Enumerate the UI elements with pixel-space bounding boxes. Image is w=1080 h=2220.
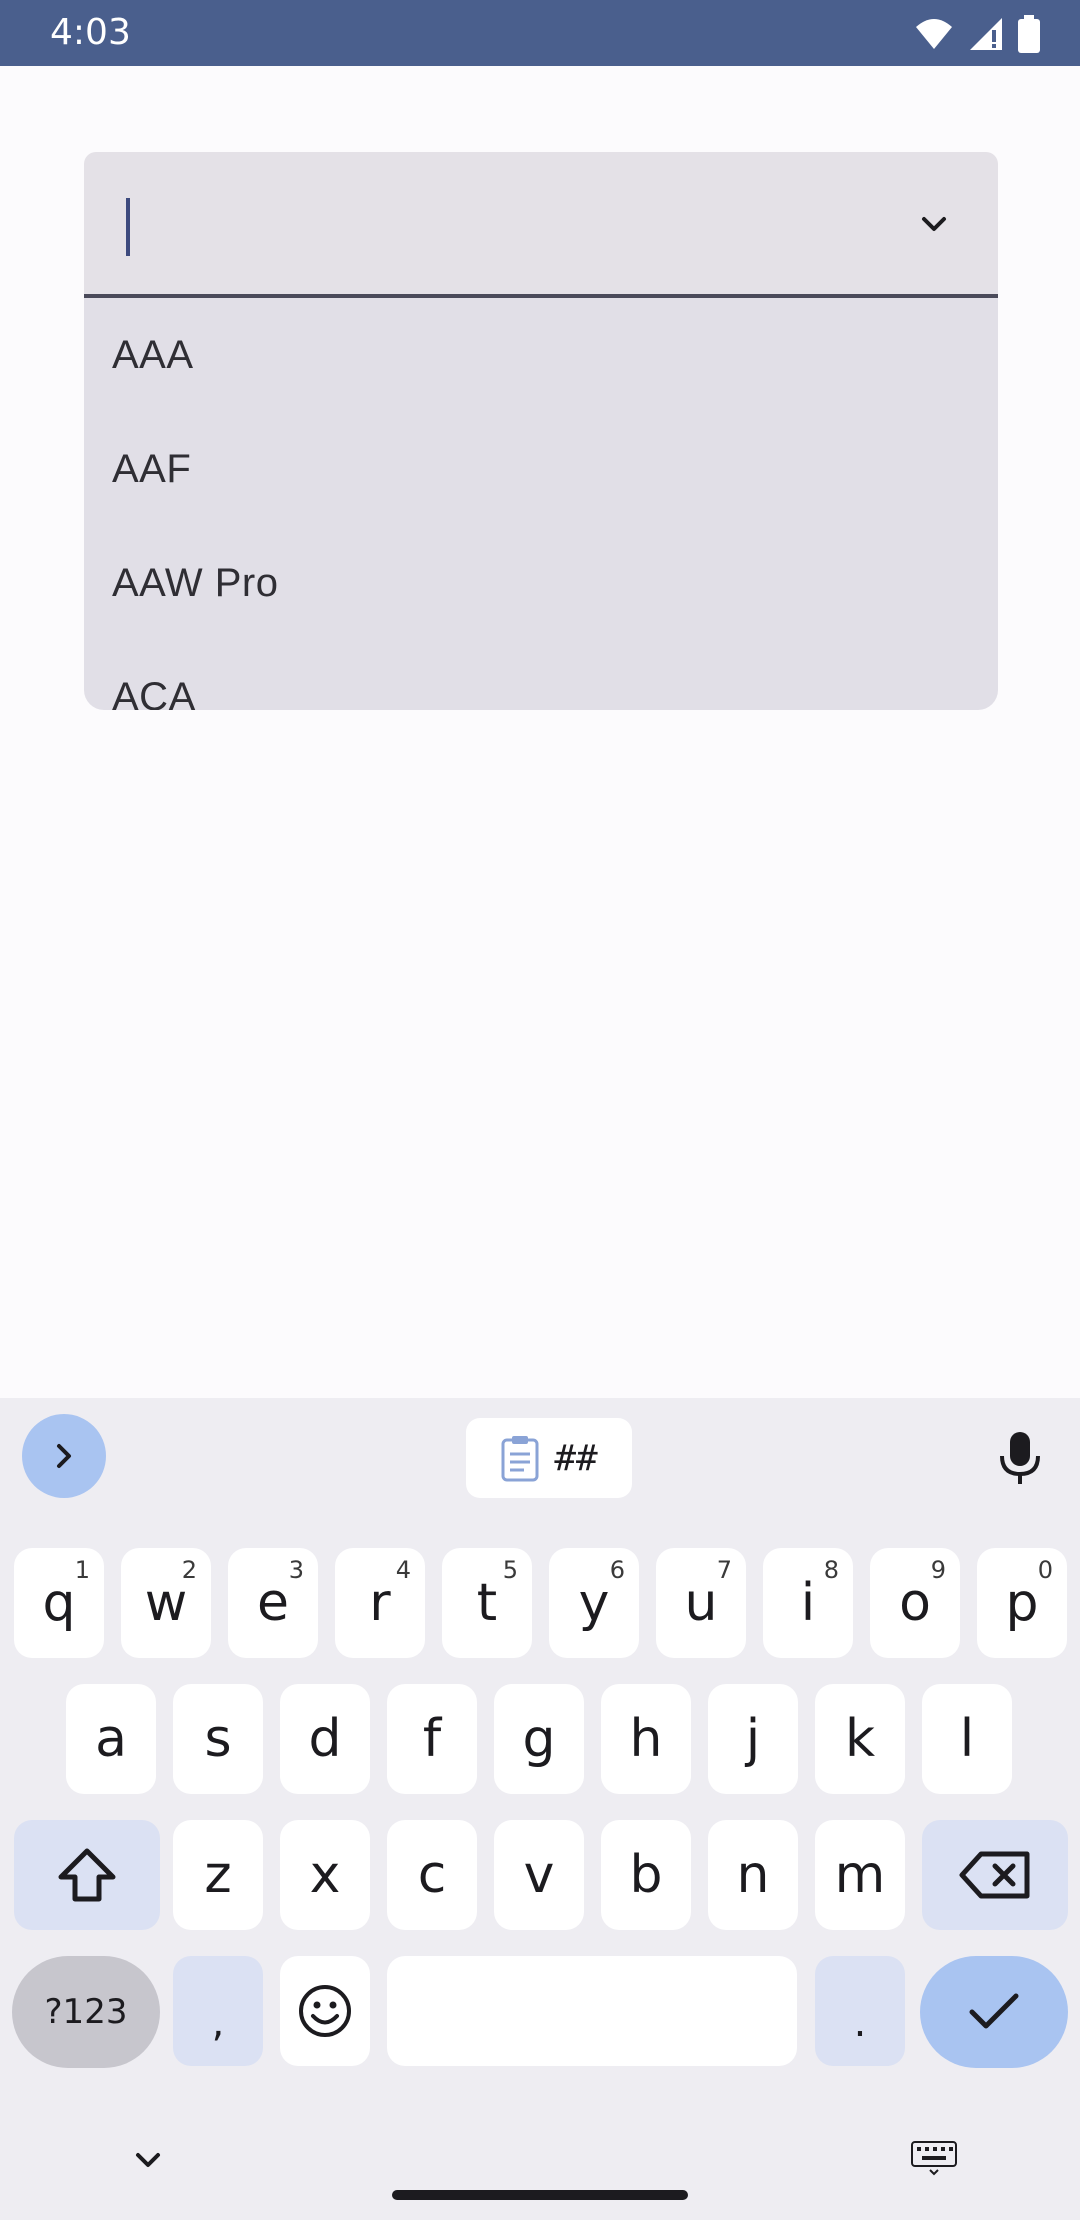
key-label: i	[800, 1573, 816, 1633]
checkmark-icon	[969, 1993, 1019, 2029]
home-handle[interactable]	[392, 2190, 688, 2200]
status-bar: 4:03	[0, 0, 1080, 66]
key-hint: 4	[395, 1556, 411, 1584]
key-hint: 5	[502, 1556, 518, 1584]
key-u[interactable]: u7	[656, 1548, 746, 1658]
dropdown-option[interactable]: AAA	[84, 298, 998, 412]
shift-key[interactable]	[14, 1820, 160, 1930]
key-label: f	[422, 1709, 442, 1769]
key-b[interactable]: b	[601, 1820, 691, 1930]
key-label: x	[309, 1845, 341, 1905]
key-label: s	[204, 1709, 232, 1769]
comma-key-label: ,	[211, 2000, 225, 2046]
key-label: r	[369, 1573, 391, 1633]
key-label: j	[745, 1709, 761, 1769]
key-label: l	[959, 1709, 975, 1769]
period-key-label: .	[853, 2000, 867, 2046]
key-h[interactable]: h	[601, 1684, 691, 1794]
battery-icon	[1018, 15, 1040, 53]
key-label: c	[417, 1845, 447, 1905]
key-hint: 8	[823, 1556, 839, 1584]
key-hint: 1	[74, 1556, 90, 1584]
key-w[interactable]: w2	[121, 1548, 211, 1658]
signal-icon	[970, 18, 1002, 50]
chevron-right-icon	[57, 1444, 71, 1468]
key-z[interactable]: z	[173, 1820, 263, 1930]
key-hint: 0	[1037, 1556, 1053, 1584]
dropdown-menu: AAA AAF AAW Pro ACA	[84, 298, 998, 710]
backspace-icon	[959, 1851, 1030, 1899]
key-label: u	[684, 1573, 718, 1633]
key-e[interactable]: e3	[228, 1548, 318, 1658]
expand-toolbar-button[interactable]	[22, 1414, 106, 1498]
key-hint: 9	[930, 1556, 946, 1584]
key-label: d	[308, 1709, 342, 1769]
key-m[interactable]: m	[815, 1820, 905, 1930]
key-label: e	[257, 1573, 289, 1633]
key-label: m	[834, 1845, 886, 1905]
key-hint: 7	[716, 1556, 732, 1584]
key-c[interactable]: c	[387, 1820, 477, 1930]
key-label: g	[522, 1709, 556, 1769]
wifi-icon	[916, 19, 952, 49]
key-label: t	[476, 1573, 498, 1633]
key-x[interactable]: x	[280, 1820, 370, 1930]
key-label: b	[629, 1845, 663, 1905]
key-label: o	[899, 1573, 931, 1633]
status-time: 4:03	[50, 12, 131, 53]
key-label: p	[1005, 1573, 1039, 1633]
key-k[interactable]: k	[815, 1684, 905, 1794]
backspace-key[interactable]	[922, 1820, 1068, 1930]
key-f[interactable]: f	[387, 1684, 477, 1794]
key-label: n	[736, 1845, 770, 1905]
status-icons	[914, 14, 1040, 54]
emoji-icon	[299, 1985, 351, 2037]
symbols-key-label: ?123	[44, 1992, 128, 2032]
clipboard-suggestion[interactable]: ##	[466, 1418, 632, 1498]
dropdown-option[interactable]: AAW Pro	[84, 526, 998, 640]
key-label: y	[578, 1573, 610, 1633]
clipboard-text: ##	[554, 1437, 598, 1479]
dropdown-option[interactable]: AAF	[84, 412, 998, 526]
key-n[interactable]: n	[708, 1820, 798, 1930]
key-label: q	[42, 1573, 76, 1633]
hide-keyboard-icon[interactable]	[128, 2140, 168, 2180]
dropdown-field[interactable]	[84, 152, 998, 298]
key-y[interactable]: y6	[549, 1548, 639, 1658]
key-p[interactable]: p0	[977, 1548, 1067, 1658]
key-d[interactable]: d	[280, 1684, 370, 1794]
keyboard-toolbar: ##	[0, 1398, 1080, 1530]
key-hint: 6	[609, 1556, 625, 1584]
key-v[interactable]: v	[494, 1820, 584, 1930]
dropdown-option[interactable]: ACA	[84, 640, 998, 710]
key-label: k	[844, 1709, 876, 1769]
clipboard-icon	[501, 1436, 539, 1482]
key-i[interactable]: i8	[763, 1548, 853, 1658]
chevron-down-icon[interactable]	[914, 204, 954, 244]
microphone-icon[interactable]	[990, 1428, 1050, 1488]
key-label: v	[523, 1845, 555, 1905]
key-j[interactable]: j	[708, 1684, 798, 1794]
keyboard-switch-icon[interactable]	[910, 2140, 958, 2176]
key-label: z	[204, 1845, 232, 1905]
key-a[interactable]: a	[66, 1684, 156, 1794]
key-label: h	[629, 1709, 663, 1769]
key-label: a	[95, 1709, 127, 1769]
text-cursor	[126, 198, 130, 256]
key-g[interactable]: g	[494, 1684, 584, 1794]
shift-icon	[58, 1848, 116, 1902]
key-hint: 3	[288, 1556, 304, 1584]
key-o[interactable]: o9	[870, 1548, 960, 1658]
key-l[interactable]: l	[922, 1684, 1012, 1794]
key-q[interactable]: q1	[14, 1548, 104, 1658]
key-s[interactable]: s	[173, 1684, 263, 1794]
navigation-bar	[0, 2040, 1080, 2220]
key-hint: 2	[181, 1556, 197, 1584]
key-t[interactable]: t5	[442, 1548, 532, 1658]
key-r[interactable]: r4	[335, 1548, 425, 1658]
